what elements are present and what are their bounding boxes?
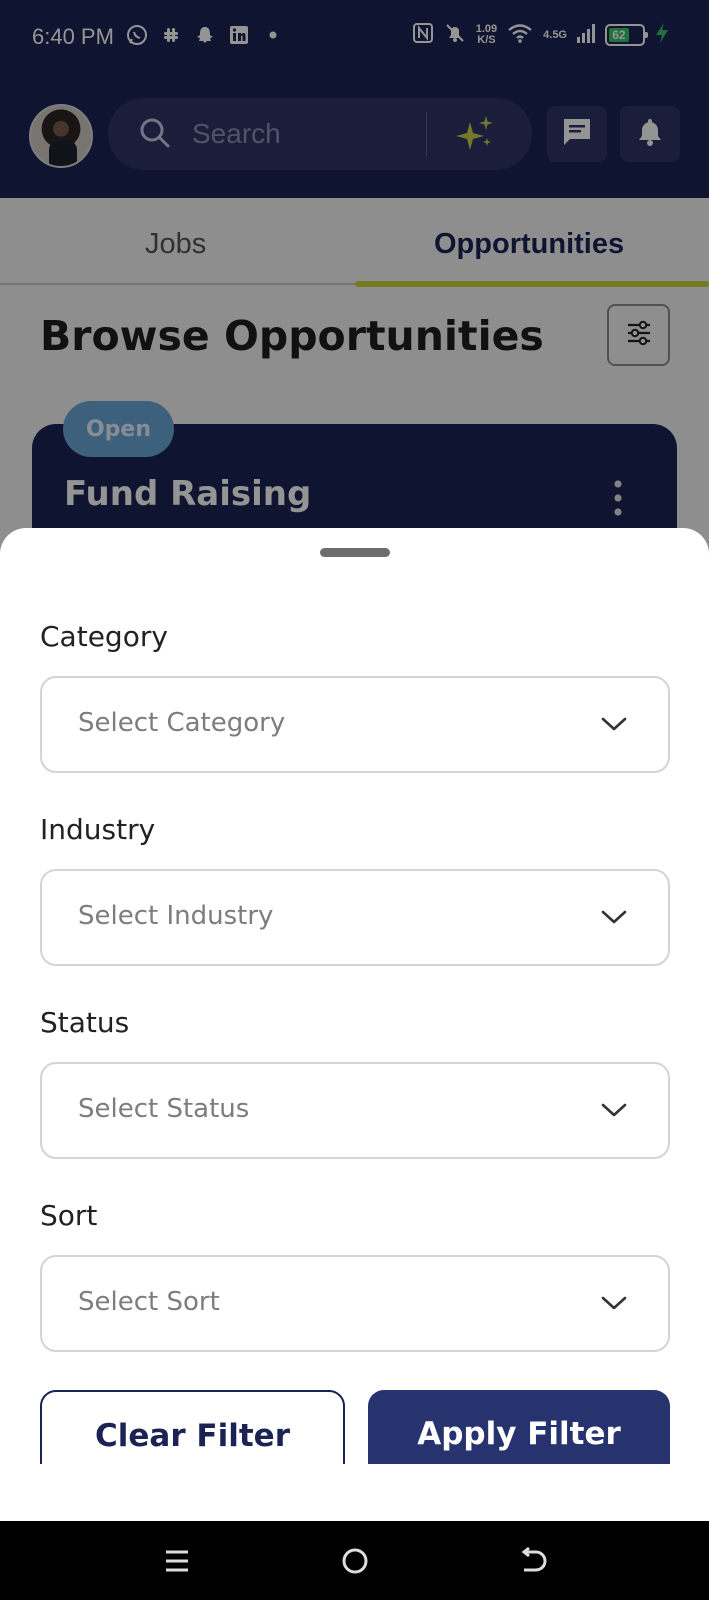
industry-select[interactable]: Select Industry [40,869,670,966]
home-icon[interactable] [335,1541,375,1581]
chevron-down-icon [600,906,628,928]
industry-label: Industry [40,813,156,846]
chevron-down-icon [600,1099,628,1121]
system-nav-bar [0,1521,709,1600]
sort-select-value: Select Sort [78,1287,220,1317]
status-select[interactable]: Select Status [40,1062,670,1159]
back-icon[interactable] [513,1541,553,1581]
sort-select[interactable]: Select Sort [40,1255,670,1352]
chevron-down-icon [600,1292,628,1314]
category-select-value: Select Category [78,708,286,738]
category-select[interactable]: Select Category [40,676,670,773]
industry-select-value: Select Industry [78,901,274,931]
app-screen: 6:40 PM 1.09 K/S 4.5G 62 Search Jobs Opp… [0,0,709,1600]
filter-bottom-sheet: Category Select Category Industry Select… [0,528,709,1528]
status-label: Status [40,1006,130,1039]
sheet-footer [0,1464,709,1528]
category-label: Category [40,620,168,653]
sort-label: Sort [40,1199,98,1232]
sheet-drag-handle[interactable] [320,548,390,557]
recents-icon[interactable] [157,1541,197,1581]
status-select-value: Select Status [78,1094,250,1124]
chevron-down-icon [600,713,628,735]
